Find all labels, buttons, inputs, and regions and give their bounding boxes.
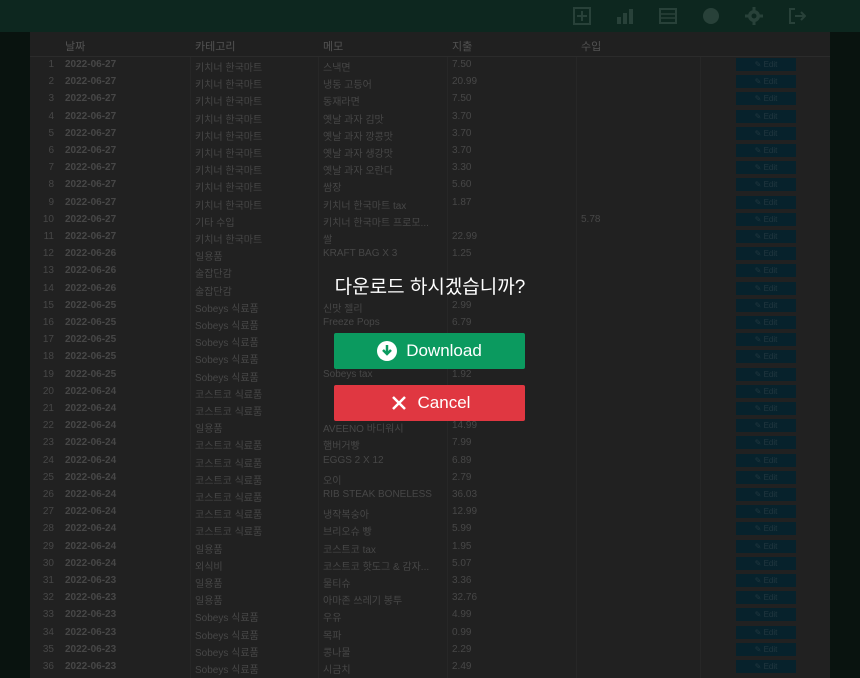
download-button[interactable]: Download [334,333,525,369]
close-icon [389,393,409,413]
download-icon [377,341,398,361]
cancel-button[interactable]: Cancel [334,385,525,421]
cancel-label: Cancel [417,393,471,412]
modal-title: 다운로드 하시겠습니까? [334,277,526,298]
download-label: Download [406,341,482,360]
